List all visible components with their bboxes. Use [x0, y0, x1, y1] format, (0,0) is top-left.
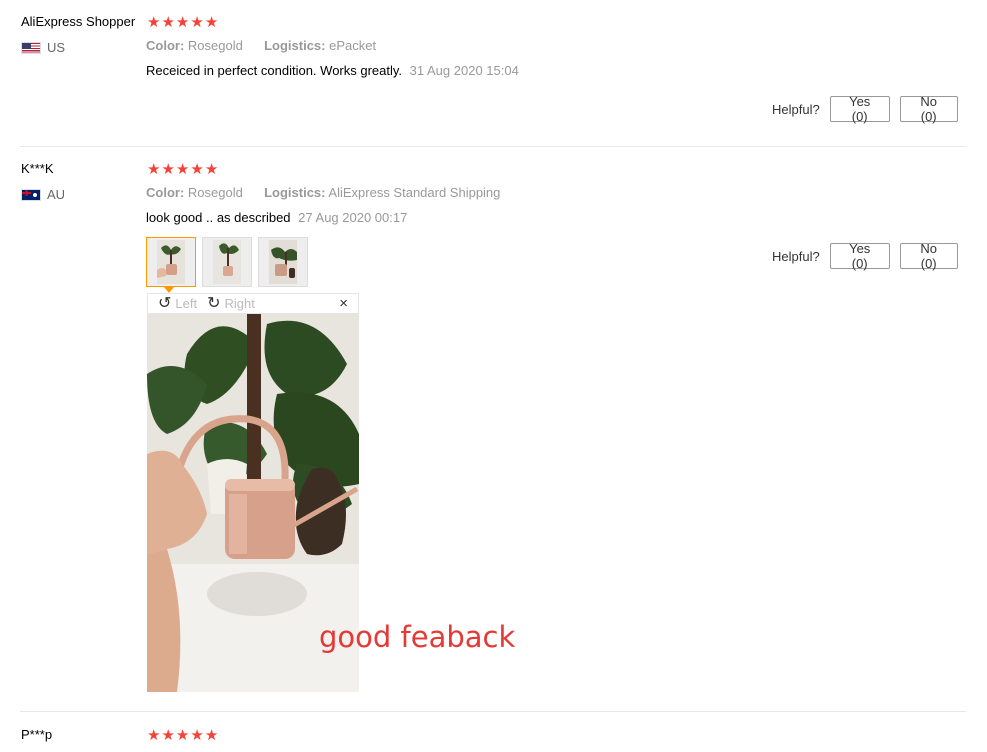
- color-value: Rosegold: [187, 38, 243, 53]
- color-label: Color:: [146, 185, 185, 200]
- star-icon: ★: [175, 161, 190, 178]
- review-content: Receiced in perfect condition. Works gre…: [146, 63, 519, 78]
- plant-photo-icon: [213, 240, 241, 284]
- rotate-left-label: Left: [175, 296, 198, 311]
- review-divider: [20, 146, 966, 147]
- overlay-caption: good feaback: [319, 620, 516, 654]
- helpful-no-button[interactable]: No (0): [899, 241, 958, 271]
- star-rating: ★ ★ ★ ★ ★: [147, 162, 218, 177]
- logistics-label: Logistics:: [264, 185, 326, 200]
- star-icon: ★: [204, 161, 219, 178]
- logistics-value: ePacket: [329, 38, 377, 53]
- star-icon: ★: [204, 727, 219, 744]
- photo-thumbnail-1[interactable]: [146, 237, 196, 287]
- star-rating: ★ ★ ★ ★ ★: [147, 728, 218, 743]
- au-flag-icon: [21, 188, 41, 201]
- country-code: US: [47, 40, 66, 55]
- helpful-label: Helpful?: [772, 101, 820, 117]
- reviewer-name: AliExpress Shopper: [21, 14, 136, 29]
- logistics-value: AliExpress Standard Shipping: [328, 185, 501, 200]
- us-flag-icon: [21, 41, 41, 54]
- star-icon: ★: [190, 14, 204, 31]
- review-attributes: Color: Rosegold Logistics: ePacket: [146, 38, 376, 53]
- close-icon[interactable]: ×: [339, 295, 348, 312]
- photo-thumbnail-2[interactable]: [202, 237, 252, 287]
- review-photo-thumbnails: [146, 237, 308, 287]
- logistics-label: Logistics:: [264, 38, 326, 53]
- reviewer-country: US: [21, 40, 65, 55]
- reviewer-country: AU: [21, 187, 65, 202]
- review-attributes: Color: Rosegold Logistics: AliExpress St…: [146, 185, 500, 200]
- star-icon: ★: [175, 14, 190, 31]
- active-thumb-pointer: [163, 286, 175, 293]
- photo-viewer-toolbar: ↺ Left ↻ Right ×: [147, 293, 359, 314]
- helpful-no-button[interactable]: No (0): [899, 94, 958, 124]
- helpful-yes-button[interactable]: Yes (0): [829, 94, 890, 124]
- star-icon: ★: [147, 727, 161, 744]
- star-icon: ★: [204, 14, 219, 31]
- star-icon: ★: [161, 161, 175, 178]
- rotate-left-icon: ↺: [158, 294, 172, 312]
- helpful-yes-button[interactable]: Yes (0): [829, 241, 890, 271]
- star-icon: ★: [147, 161, 161, 178]
- helpful-label: Helpful?: [772, 248, 820, 264]
- color-label: Color:: [146, 38, 185, 53]
- review-text: look good .. as described: [146, 210, 291, 225]
- star-icon: ★: [190, 727, 204, 744]
- rotate-left-button[interactable]: ↺ Left: [158, 294, 198, 312]
- rotate-right-icon: ↻: [207, 294, 221, 312]
- plant-photo-icon: [269, 240, 297, 284]
- star-icon: ★: [190, 161, 204, 178]
- review-date: 27 Aug 2020 00:17: [298, 210, 408, 225]
- review-date: 31 Aug 2020 15:04: [409, 63, 519, 78]
- star-rating: ★ ★ ★ ★ ★: [147, 15, 218, 30]
- helpful-controls: Helpful? Yes (0) No (0): [772, 241, 958, 271]
- review-content: look good .. as described 27 Aug 2020 00…: [146, 210, 407, 225]
- review-divider: [20, 711, 966, 712]
- reviewer-name: P***p: [21, 727, 53, 742]
- photo-thumbnail-3[interactable]: [258, 237, 308, 287]
- star-icon: ★: [161, 727, 175, 744]
- color-value: Rosegold: [187, 185, 243, 200]
- star-icon: ★: [147, 14, 161, 31]
- country-code: AU: [47, 187, 66, 202]
- star-icon: ★: [175, 727, 190, 744]
- reviewer-name: K***K: [21, 161, 54, 176]
- rotate-right-label: Right: [224, 296, 255, 311]
- star-icon: ★: [161, 14, 175, 31]
- review-text: Receiced in perfect condition. Works gre…: [146, 63, 403, 78]
- rotate-right-button[interactable]: ↻ Right: [207, 294, 255, 312]
- helpful-controls: Helpful? Yes (0) No (0): [772, 94, 958, 124]
- plant-photo-icon: [157, 240, 185, 284]
